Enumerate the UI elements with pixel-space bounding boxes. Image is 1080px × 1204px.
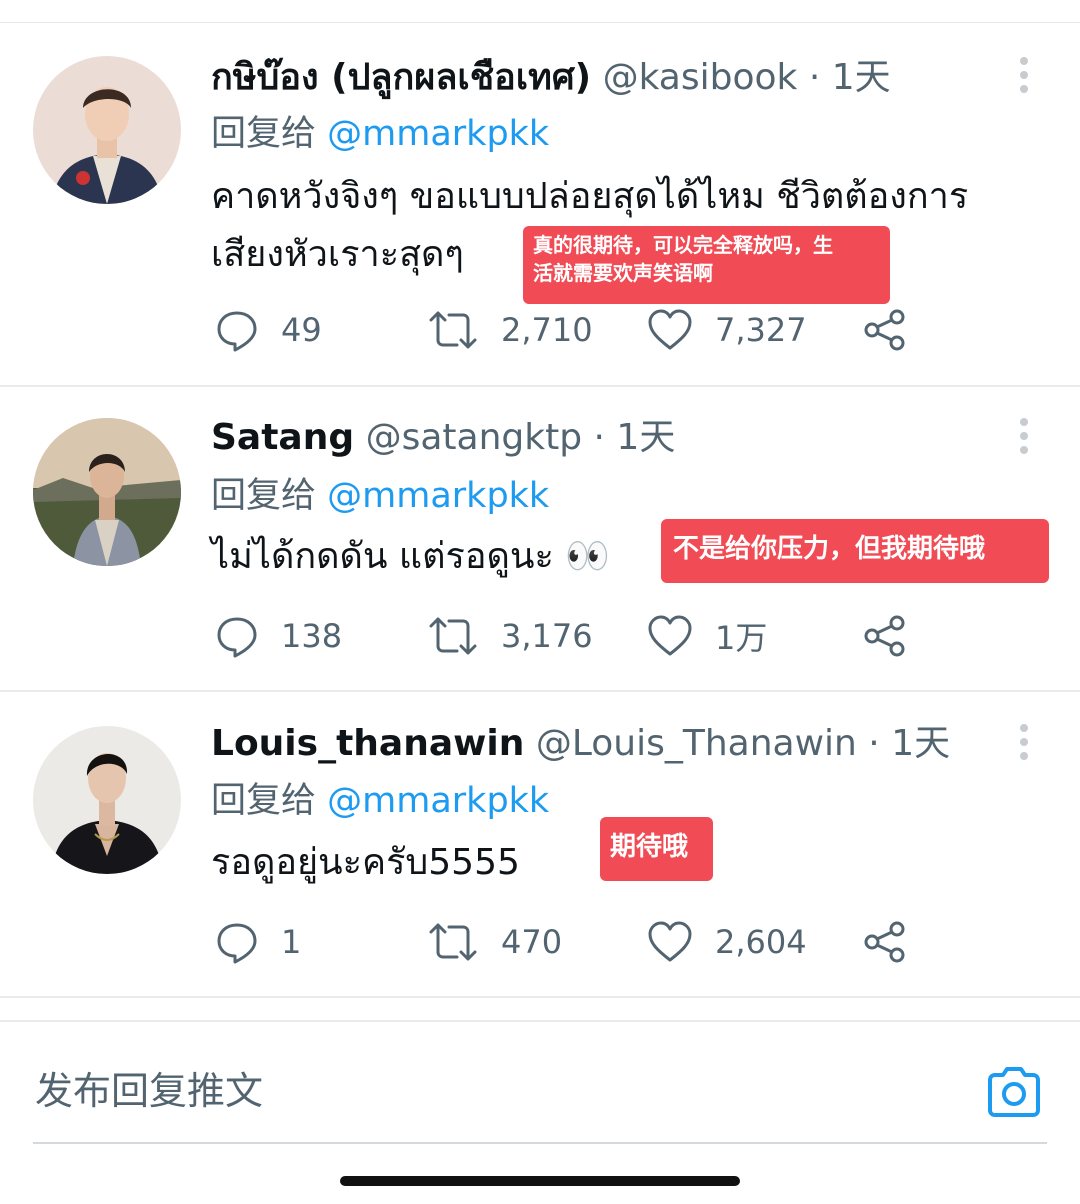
tweet-divider	[0, 996, 1080, 998]
tweet-text-line: คาดหวังจิงๆ ขอแบบปล่อยสุดได้ไหม ชีวิตต้อ…	[211, 176, 969, 217]
timestamp[interactable]: 1天	[891, 723, 950, 764]
share-icon	[864, 615, 905, 657]
annotation-line: 真的很期待，可以完全释放吗，生	[533, 233, 833, 257]
tweet-header: Louis_thanawin @Louis_Thanawin · 1天	[211, 720, 950, 768]
reply-context: 回复给 @mmarkpkk	[211, 110, 549, 158]
reply-prefix: 回复给	[211, 114, 317, 154]
like-count: 2,604	[715, 923, 807, 961]
reply-context: 回复给 @mmarkpkk	[211, 472, 549, 520]
tweet-text-line: รอดูอยู่นะครับ5555	[211, 842, 520, 883]
share-button[interactable]	[862, 305, 908, 355]
reply-icon	[217, 923, 257, 964]
composer-underline	[33, 1142, 1047, 1144]
annotation-line: 活就需要欢声笑语啊	[533, 261, 713, 285]
handle[interactable]: @Louis_Thanawin	[536, 723, 857, 764]
avatar-image	[33, 56, 181, 204]
avatar[interactable]	[33, 726, 181, 874]
tweet-text: ไม่ได้กดดัน แต่รอดูนะ 👀	[211, 528, 610, 586]
timestamp[interactable]: 1天	[616, 417, 675, 458]
tweet-divider	[0, 385, 1080, 387]
reply-target-link[interactable]: @mmarkpkk	[327, 476, 549, 516]
retweet-count: 470	[501, 923, 563, 961]
reply-target-link[interactable]: @mmarkpkk	[327, 781, 549, 821]
home-indicator[interactable]	[340, 1176, 740, 1186]
handle[interactable]: @satangktp	[366, 417, 582, 458]
reply-button[interactable]: 1	[215, 917, 301, 967]
heart-icon	[648, 615, 692, 656]
translation-annotation: 不是给你压力，但我期待哦	[661, 519, 1049, 583]
avatar[interactable]	[33, 56, 181, 204]
translation-annotation: 期待哦	[600, 817, 713, 881]
annotation-line: 不是给你压力，但我期待哦	[673, 534, 986, 564]
avatar-image	[33, 726, 181, 874]
share-icon	[864, 309, 905, 351]
handle[interactable]: @kasibook	[603, 57, 798, 98]
like-button[interactable]: 2,604	[647, 917, 807, 967]
retweet-icon	[429, 923, 477, 961]
retweet-button[interactable]: 2,710	[427, 305, 593, 355]
reply-button[interactable]: 49	[215, 305, 322, 355]
reply-button[interactable]: 138	[215, 611, 342, 661]
tweet-divider	[0, 690, 1080, 692]
more-options-icon[interactable]	[1014, 416, 1036, 456]
reply-prefix: 回复给	[211, 476, 317, 516]
reply-context: 回复给 @mmarkpkk	[211, 777, 549, 825]
display-name[interactable]: กษิบ๊อง (ปลูกผลเชือเทศ)	[211, 57, 591, 98]
top-divider	[0, 22, 1080, 23]
like-button[interactable]: 1万	[647, 611, 767, 661]
retweet-button[interactable]: 3,176	[427, 611, 593, 661]
retweet-count: 3,176	[501, 617, 593, 655]
more-options-icon[interactable]	[1014, 722, 1036, 762]
separator-dot: ·	[808, 57, 821, 98]
like-button[interactable]: 7,327	[647, 305, 807, 355]
tweet-actions: 1 470 2,604	[0, 917, 1080, 967]
tweet-text-line: ไม่ได้กดดัน แต่รอดูนะ 👀	[211, 536, 611, 577]
like-count: 1万	[715, 619, 768, 657]
composer-divider	[0, 1020, 1080, 1022]
reply-composer-input[interactable]: 发布回复推文	[35, 1066, 263, 1116]
heart-icon	[648, 309, 692, 350]
retweet-icon	[429, 617, 477, 655]
tweet-text: รอดูอยู่นะครับ5555	[211, 834, 520, 892]
separator-dot: ·	[593, 417, 605, 458]
share-button[interactable]	[862, 611, 908, 661]
share-icon	[864, 921, 905, 963]
separator-dot: ·	[868, 723, 880, 764]
reply-prefix: 回复给	[211, 781, 317, 821]
like-count: 7,327	[715, 311, 807, 349]
camera-button[interactable]	[984, 1064, 1044, 1120]
retweet-button[interactable]: 470	[427, 917, 562, 967]
reply-count: 1	[281, 923, 302, 961]
heart-icon	[648, 921, 692, 962]
camera-icon	[988, 1067, 1040, 1117]
annotation-line: 期待哦	[610, 832, 689, 862]
reply-icon	[217, 617, 257, 658]
reply-count: 49	[281, 311, 322, 349]
reply-count: 138	[281, 617, 343, 655]
retweet-icon	[429, 311, 477, 349]
tweet-header: กษิบ๊อง (ปลูกผลเชือเทศ) @kasibook · 1天	[211, 54, 891, 102]
reply-icon	[217, 311, 257, 352]
avatar[interactable]	[33, 418, 181, 566]
avatar-image	[33, 418, 181, 566]
tweet-header: Satang @satangktp · 1天	[211, 414, 675, 462]
display-name[interactable]: Satang	[211, 417, 354, 458]
tweet-actions: 138 3,176 1万	[0, 611, 1080, 661]
more-options-icon[interactable]	[1014, 55, 1036, 95]
display-name[interactable]: Louis_thanawin	[211, 723, 524, 764]
retweet-count: 2,710	[501, 311, 593, 349]
tweet-actions: 49 2,710 7,327	[0, 305, 1080, 355]
translation-annotation: 真的很期待，可以完全释放吗，生 活就需要欢声笑语啊	[523, 226, 890, 304]
reply-target-link[interactable]: @mmarkpkk	[327, 114, 549, 154]
share-button[interactable]	[862, 917, 908, 967]
timestamp[interactable]: 1天	[832, 57, 891, 98]
